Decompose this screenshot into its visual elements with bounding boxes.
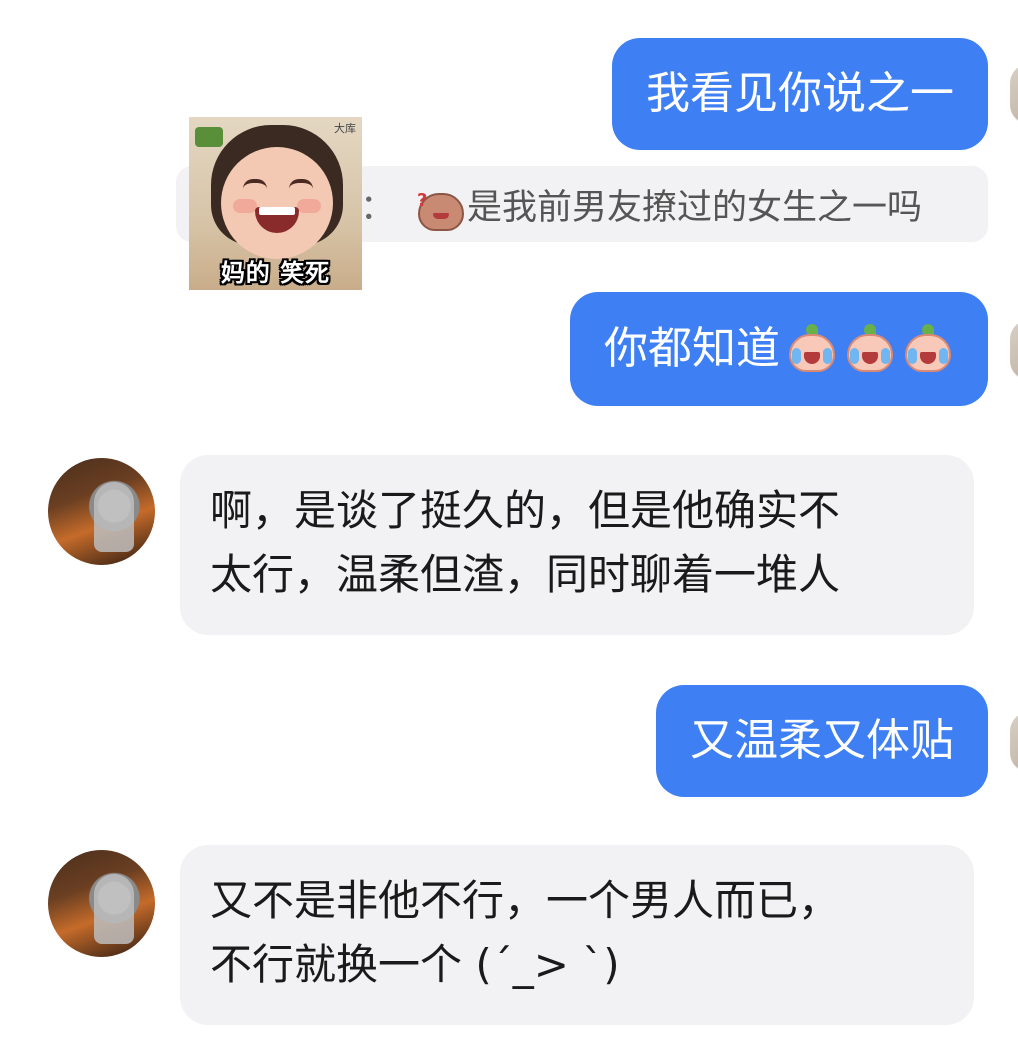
sticker-watermark: 大库 — [334, 122, 356, 135]
avatar-figure — [94, 874, 134, 944]
outgoing-message[interactable]: 我看见你说之一 — [612, 38, 988, 150]
incoming-message[interactable]: 又不是非他不行，一个男人而已， 不行就换一个 (´_> `) — [180, 845, 974, 1025]
self-avatar[interactable] — [1010, 64, 1018, 124]
message-text: 你都知道 — [604, 323, 780, 374]
chat-view: 我看见你说之一 ： ? 是我前男友撩过的女生之一吗 大库 妈的 笑死 你都知道 — [0, 0, 1018, 1052]
wall-decal — [195, 127, 223, 147]
meme-sticker[interactable]: 大库 妈的 笑死 — [189, 117, 362, 290]
contact-avatar[interactable] — [48, 458, 155, 565]
avatar-figure — [94, 482, 134, 552]
sticker-eye — [243, 179, 267, 189]
message-line: 啊，是谈了挺久的，但是他确实不 — [210, 486, 841, 535]
sticker-caption: 妈的 笑死 — [220, 259, 331, 287]
quote-colon: ： — [360, 188, 396, 228]
self-avatar[interactable] — [1010, 320, 1018, 380]
message-line: 不行就换一个 (´_> `) — [210, 940, 620, 989]
bun-crying-laugh-emoji — [902, 324, 954, 374]
message-line: 太行，温柔但渣，同时聊着一堆人 — [210, 550, 841, 599]
bun-crying-laugh-emoji — [786, 324, 838, 374]
message-text: 又温柔又体贴 — [690, 715, 954, 766]
sticker-teeth — [259, 207, 295, 215]
self-avatar[interactable] — [1010, 712, 1018, 772]
incoming-message[interactable]: 啊，是谈了挺久的，但是他确实不 太行，温柔但渣，同时聊着一堆人 — [180, 455, 974, 635]
sticker-cheek — [233, 199, 257, 213]
contact-avatar[interactable] — [48, 850, 155, 957]
message-text: 我看见你说之一 — [646, 68, 954, 119]
message-line: 又不是非他不行，一个男人而已， — [210, 876, 841, 925]
bun-grumpy-emoji: ? — [415, 183, 467, 233]
sticker-eye — [289, 179, 313, 189]
outgoing-message[interactable]: 你都知道 — [570, 292, 988, 406]
outgoing-message[interactable]: 又温柔又体贴 — [656, 685, 988, 797]
quoted-text: 是我前男友撩过的女生之一吗 — [467, 188, 923, 228]
bun-crying-laugh-emoji — [844, 324, 896, 374]
sticker-cheek — [297, 199, 321, 213]
quoted-reply-content: ： ? 是我前男友撩过的女生之一吗 — [360, 183, 922, 233]
